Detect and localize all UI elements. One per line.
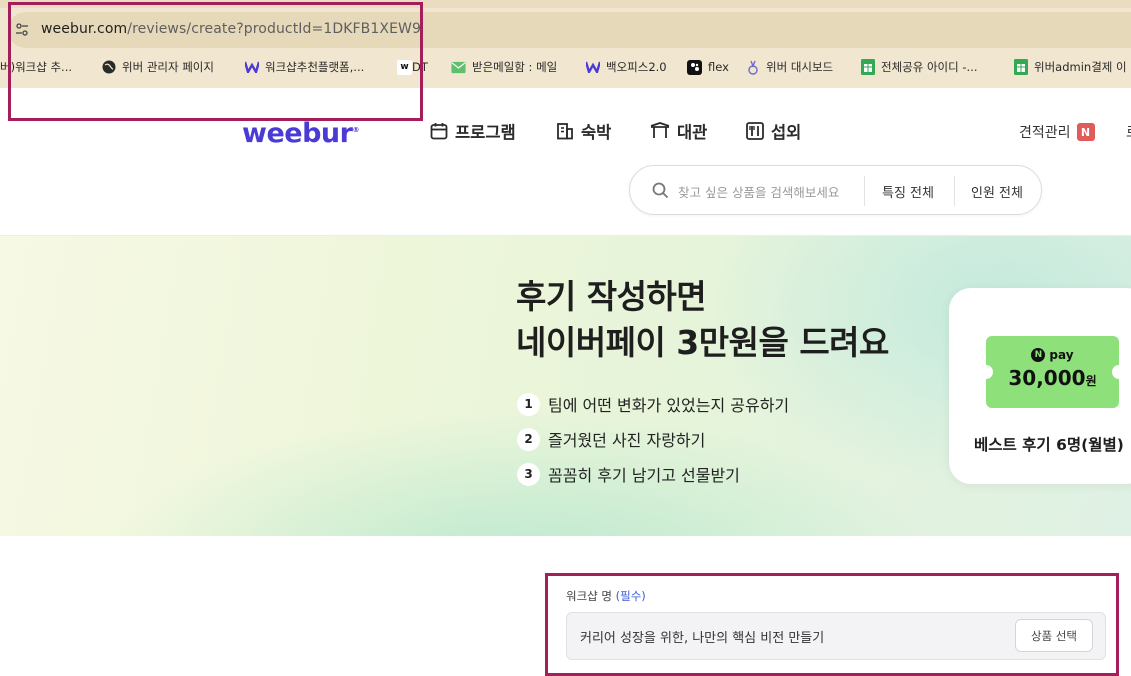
banner-title-line1: 후기 작성하면 bbox=[516, 277, 707, 316]
step-text: 즐거웠던 사진 자랑하기 bbox=[548, 431, 706, 450]
nav-label: 대관 bbox=[677, 123, 708, 142]
annotation-box-address bbox=[8, 2, 423, 121]
bookmark-label: 전체공유 아이디 -... bbox=[881, 60, 978, 74]
bookmark-item[interactable]: 위버 대시보드 bbox=[745, 58, 833, 76]
search-icon bbox=[652, 182, 669, 203]
bookmark-item[interactable]: 받은메일함 : 메일 bbox=[451, 58, 557, 76]
amount-currency: 원 bbox=[1085, 374, 1097, 388]
step-number: 2 bbox=[517, 427, 540, 451]
mail-icon bbox=[451, 60, 466, 75]
nav-label: 섭외 bbox=[771, 123, 802, 142]
voucher-amount: 30,000원 bbox=[986, 366, 1119, 390]
flex-icon bbox=[687, 59, 702, 75]
people-filter[interactable]: 인원 전체 bbox=[971, 182, 1023, 201]
venue-icon bbox=[650, 122, 670, 138]
npay-label: pay bbox=[1049, 348, 1074, 362]
logo-registered-mark: ® bbox=[352, 126, 359, 134]
header-link-cut[interactable]: 로 bbox=[1126, 122, 1131, 142]
banner-step: 1 팀에 어떤 변화가 있었는지 공유하기 bbox=[517, 392, 789, 416]
bookmark-label: 위버admin결제 이 bbox=[1034, 60, 1127, 74]
bookmark-label: 받은메일함 : 메일 bbox=[472, 60, 558, 74]
site-logo[interactable]: weebur® bbox=[242, 118, 359, 149]
search-divider bbox=[864, 176, 865, 206]
bookmark-item[interactable]: 위버admin결제 이 bbox=[1013, 58, 1127, 76]
nav-lodging[interactable]: 숙박 bbox=[556, 120, 611, 142]
calendar-icon bbox=[430, 123, 448, 140]
annotation-box-field bbox=[545, 573, 1119, 676]
npay-voucher: Npay 30,000원 bbox=[986, 336, 1119, 408]
new-badge: N bbox=[1076, 123, 1095, 141]
sheets-icon bbox=[860, 59, 875, 75]
npay-logo: Npay bbox=[986, 348, 1119, 362]
step-text: 꼼꼼히 후기 남기고 선물받기 bbox=[548, 466, 740, 485]
feature-filter[interactable]: 특징 전체 bbox=[882, 182, 934, 201]
estimate-manage-link[interactable]: 견적관리 N bbox=[1019, 122, 1095, 142]
weebur-w-icon bbox=[585, 60, 600, 75]
banner-step: 3 꼼꼼히 후기 남기고 선물받기 bbox=[517, 462, 740, 486]
building-icon bbox=[557, 123, 573, 140]
logo-text: weebur bbox=[242, 118, 353, 149]
search-divider bbox=[954, 176, 955, 206]
amount-value: 30,000 bbox=[1008, 366, 1086, 390]
nav-label: 프로그램 bbox=[455, 123, 516, 142]
sheets-icon bbox=[1013, 59, 1028, 75]
reward-caption: 베스트 후기 6명(월별) bbox=[974, 436, 1124, 454]
npay-n-icon: N bbox=[1031, 348, 1046, 362]
search-input[interactable]: 찾고 싶은 상품을 검색해보세요 bbox=[678, 182, 839, 201]
bookmark-label: 백오피스2.0 bbox=[606, 60, 667, 74]
banner-step: 2 즐거웠던 사진 자랑하기 bbox=[517, 427, 705, 451]
bookmark-item[interactable]: 백오피스2.0 bbox=[585, 58, 667, 76]
step-number: 3 bbox=[517, 462, 540, 486]
search-bar[interactable]: 찾고 싶은 상품을 검색해보세요 특징 전체 인원 전체 bbox=[629, 165, 1042, 215]
bookmark-item[interactable]: flex bbox=[687, 58, 729, 76]
dining-icon bbox=[746, 122, 764, 140]
nav-label: 숙박 bbox=[581, 123, 612, 142]
banner-title: 후기 작성하면 네이버페이 3만원을 드려요 bbox=[516, 274, 889, 366]
step-text: 팀에 어떤 변화가 있었는지 공유하기 bbox=[548, 396, 790, 415]
nav-dining[interactable]: 섭외 bbox=[746, 120, 801, 142]
bookmark-label: flex bbox=[708, 60, 729, 74]
bookmark-label: 위버 대시보드 bbox=[766, 60, 834, 74]
banner-title-line2: 네이버페이 3만원을 드려요 bbox=[516, 323, 889, 362]
estimate-label: 견적관리 bbox=[1019, 125, 1071, 141]
bookmark-item[interactable]: 전체공유 아이디 -... bbox=[860, 58, 978, 76]
dashboard-icon bbox=[745, 60, 760, 75]
step-number: 1 bbox=[517, 392, 540, 416]
nav-venue[interactable]: 대관 bbox=[650, 120, 707, 142]
nav-program[interactable]: 프로그램 bbox=[430, 120, 516, 142]
